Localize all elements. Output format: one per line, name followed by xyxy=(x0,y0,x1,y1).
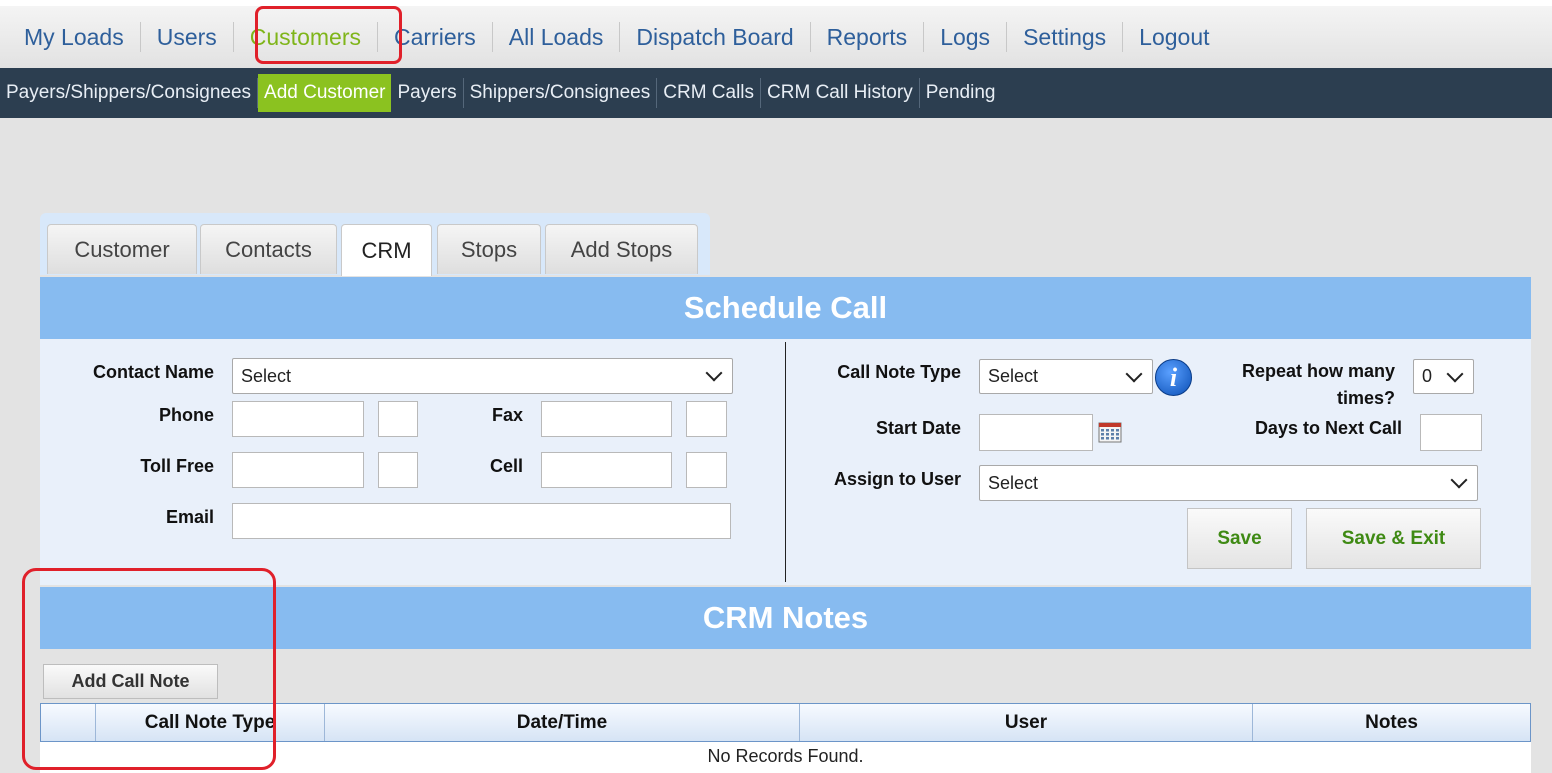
subnav-pending[interactable]: Pending xyxy=(920,74,1002,112)
fax-label: Fax xyxy=(491,405,523,425)
schedule-call-header: Schedule Call xyxy=(40,277,1531,339)
save-button[interactable]: Save xyxy=(1187,508,1292,569)
phone-label: Phone xyxy=(158,405,214,425)
crm-notes-header: CRM Notes xyxy=(40,587,1531,649)
subnav-payers[interactable]: Payers xyxy=(391,74,462,112)
contact-name-select[interactable]: Select xyxy=(232,358,733,394)
nav-settings[interactable]: Settings xyxy=(1007,7,1122,67)
toll-free-ext-input[interactable] xyxy=(378,452,418,488)
email-label: Email xyxy=(165,507,214,527)
call-note-type-value: Select xyxy=(988,366,1039,386)
nav-users[interactable]: Users xyxy=(141,7,233,67)
sub-nav: Payers/Shippers/Consignees Add Customer … xyxy=(0,68,1552,118)
form-divider xyxy=(785,342,786,582)
phone-ext-input[interactable] xyxy=(378,401,418,437)
cell-input[interactable] xyxy=(541,452,672,488)
info-icon[interactable]: i xyxy=(1155,359,1192,396)
email-input[interactable] xyxy=(232,503,731,539)
call-note-type-label: Call Note Type xyxy=(837,362,961,382)
subnav-add-customer[interactable]: Add Customer xyxy=(258,74,392,112)
col-select xyxy=(41,704,96,741)
top-nav: My Loads Users Customers Carriers All Lo… xyxy=(0,0,1552,68)
start-date-label: Start Date xyxy=(875,418,961,438)
subnav-payers-shippers-consignees[interactable]: Payers/Shippers/Consignees xyxy=(0,74,257,112)
toll-free-input[interactable] xyxy=(232,452,364,488)
col-date-time[interactable]: Date/Time xyxy=(325,704,800,741)
save-exit-button[interactable]: Save & Exit xyxy=(1306,508,1481,569)
tab-crm[interactable]: CRM xyxy=(341,224,432,276)
crm-notes-table-header: Call Note Type Date/Time User Notes xyxy=(40,703,1531,742)
subnav-shippers-consignees[interactable]: Shippers/Consignees xyxy=(464,74,657,112)
nav-carriers[interactable]: Carriers xyxy=(378,7,492,67)
chevron-down-icon xyxy=(705,364,723,382)
repeat-value: 0 xyxy=(1422,366,1433,386)
assign-user-label: Assign to User xyxy=(833,469,961,489)
tab-customer[interactable]: Customer xyxy=(47,224,197,274)
call-note-type-select[interactable]: Select xyxy=(979,359,1153,394)
phone-input[interactable] xyxy=(232,401,364,437)
chevron-down-icon xyxy=(1446,365,1464,382)
assign-user-select[interactable]: Select xyxy=(979,465,1478,501)
calendar-icon[interactable] xyxy=(1098,421,1122,443)
subnav-crm-call-history[interactable]: CRM Call History xyxy=(761,74,919,112)
col-user[interactable]: User xyxy=(800,704,1253,741)
subnav-crm-calls[interactable]: CRM Calls xyxy=(657,74,760,112)
nav-logout[interactable]: Logout xyxy=(1123,7,1225,67)
assign-user-value: Select xyxy=(988,472,1039,493)
nav-dispatch-board[interactable]: Dispatch Board xyxy=(620,7,809,67)
add-call-note-button[interactable]: Add Call Note xyxy=(43,664,218,699)
repeat-select[interactable]: 0 xyxy=(1413,359,1474,394)
tab-add-stops[interactable]: Add Stops xyxy=(545,224,698,274)
toll-free-label: Toll Free xyxy=(140,456,214,476)
nav-logs[interactable]: Logs xyxy=(924,7,1006,67)
fax-input[interactable] xyxy=(541,401,672,437)
nav-my-loads[interactable]: My Loads xyxy=(8,7,140,67)
nav-customers[interactable]: Customers xyxy=(234,7,377,67)
col-call-note-type[interactable]: Call Note Type xyxy=(96,704,325,741)
chevron-down-icon xyxy=(1125,365,1143,382)
col-notes[interactable]: Notes xyxy=(1253,704,1530,741)
tab-stops[interactable]: Stops xyxy=(437,224,541,274)
cell-label: Cell xyxy=(489,456,523,476)
start-date-input[interactable] xyxy=(979,414,1093,451)
tab-contacts[interactable]: Contacts xyxy=(200,224,337,274)
contact-name-label: Contact Name xyxy=(92,362,214,382)
empty-table-message: No Records Found. xyxy=(40,742,1531,773)
fax-ext-input[interactable] xyxy=(686,401,727,437)
days-next-call-label: Days to Next Call xyxy=(1254,418,1402,438)
nav-all-loads[interactable]: All Loads xyxy=(493,7,620,67)
days-next-call-input[interactable] xyxy=(1420,414,1482,451)
nav-reports[interactable]: Reports xyxy=(811,7,924,67)
chevron-down-icon xyxy=(1450,471,1468,489)
repeat-label: Repeat how many times? xyxy=(1241,361,1395,408)
cell-ext-input[interactable] xyxy=(686,452,727,488)
contact-name-value: Select xyxy=(241,365,292,386)
